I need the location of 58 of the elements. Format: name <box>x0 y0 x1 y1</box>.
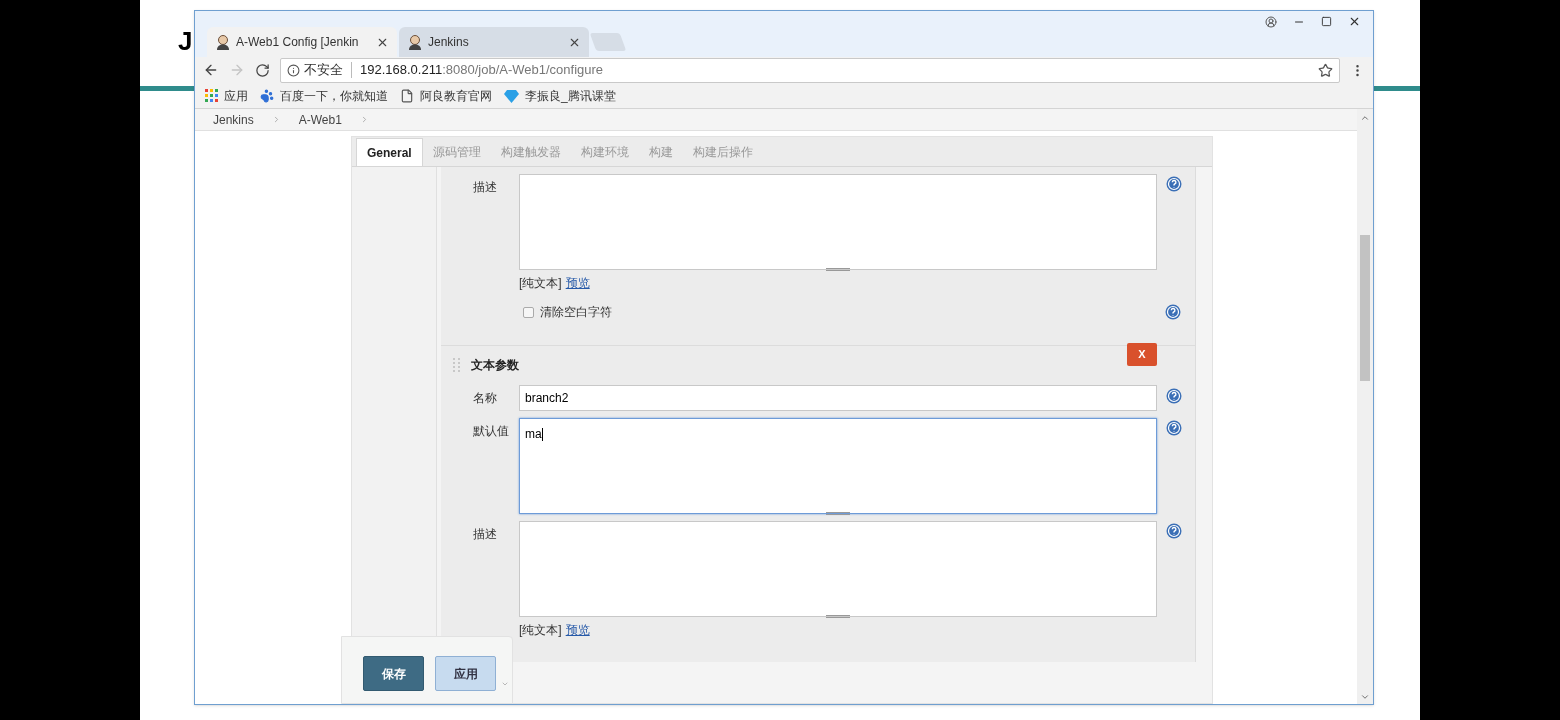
profile-icon[interactable] <box>1265 15 1277 28</box>
close-window-icon[interactable] <box>1348 15 1361 28</box>
person-icon <box>215 34 231 50</box>
preview-link[interactable]: 预览 <box>565 274 590 292</box>
format-label: [纯文本] <box>519 622 562 639</box>
breadcrumb-link[interactable]: Jenkins <box>211 110 256 129</box>
grip-handle <box>826 268 850 272</box>
maximize-icon[interactable] <box>1321 16 1332 27</box>
address-bar[interactable]: 不安全 192.168.0.211:8080/job/A-Web1/configure <box>280 57 1340 83</box>
tab-title: Jenkins <box>428 34 470 51</box>
scrollbar[interactable] <box>1357 109 1373 704</box>
gem-icon <box>504 88 519 103</box>
back-icon[interactable] <box>203 62 219 78</box>
help-icon[interactable] <box>1166 388 1182 404</box>
format-label: [纯文本] <box>519 275 562 292</box>
drag-handle-icon[interactable] <box>453 358 461 372</box>
browser-tab[interactable]: Jenkins <box>399 27 589 57</box>
field-label: 默认值 <box>472 423 510 440</box>
action-button[interactable]: 保存 <box>363 656 424 691</box>
help-icon[interactable] <box>1166 420 1182 436</box>
browser-tab[interactable]: A-Web1 Config [Jenkin <box>207 27 397 57</box>
scroll-down-icon[interactable] <box>1360 692 1370 702</box>
action-button[interactable]: 应用 <box>435 656 496 691</box>
url-text: 192.168.0.211:8080/job/A-Web1/configure <box>360 61 604 80</box>
field-label: 名称 <box>472 390 498 407</box>
scroll-thumb[interactable] <box>1360 235 1370 381</box>
delete-button[interactable]: X <box>1127 343 1157 366</box>
scroll-up-icon[interactable] <box>1360 113 1370 123</box>
grip-handle <box>826 615 850 619</box>
grip-handle <box>826 512 850 516</box>
info-icon <box>287 63 300 77</box>
field-value: ma <box>525 426 542 443</box>
config-tab[interactable]: General <box>356 138 423 166</box>
bookmark-item[interactable]: 李振良_腾讯课堂 <box>504 86 616 105</box>
reload-icon[interactable] <box>255 62 270 78</box>
tab-title: A-Web1 Config [Jenkin <box>236 34 360 51</box>
preview-link[interactable]: 预览 <box>565 621 590 639</box>
text-input[interactable]: branch2 <box>519 385 1157 411</box>
breadcrumb-link[interactable]: A-Web1 <box>296 110 344 129</box>
bookmark-item[interactable]: 阿良教育官网 <box>400 86 492 105</box>
person-icon <box>407 34 423 50</box>
paw-icon <box>260 88 274 103</box>
help-icon[interactable] <box>1165 304 1181 320</box>
section-title: 文本参数 <box>471 357 519 374</box>
bookmark-star-icon[interactable] <box>1318 62 1333 78</box>
page-icon <box>400 88 414 103</box>
slide-heading: J <box>178 28 193 54</box>
help-icon[interactable] <box>1166 523 1182 539</box>
apps-grid-icon <box>205 89 218 102</box>
field-label: 描述 <box>472 526 498 543</box>
checkbox-label: 清除空白字符 <box>540 304 612 321</box>
security-label: 不安全 <box>304 61 343 80</box>
text-area[interactable]: ma <box>519 418 1157 514</box>
checkbox[interactable] <box>523 306 534 318</box>
bookmark-item[interactable]: 百度一下，你就知道 <box>260 86 388 105</box>
help-icon[interactable] <box>1166 176 1182 192</box>
field-label: 描述 <box>472 179 498 196</box>
bookmark-item[interactable]: 应用 <box>205 86 248 105</box>
